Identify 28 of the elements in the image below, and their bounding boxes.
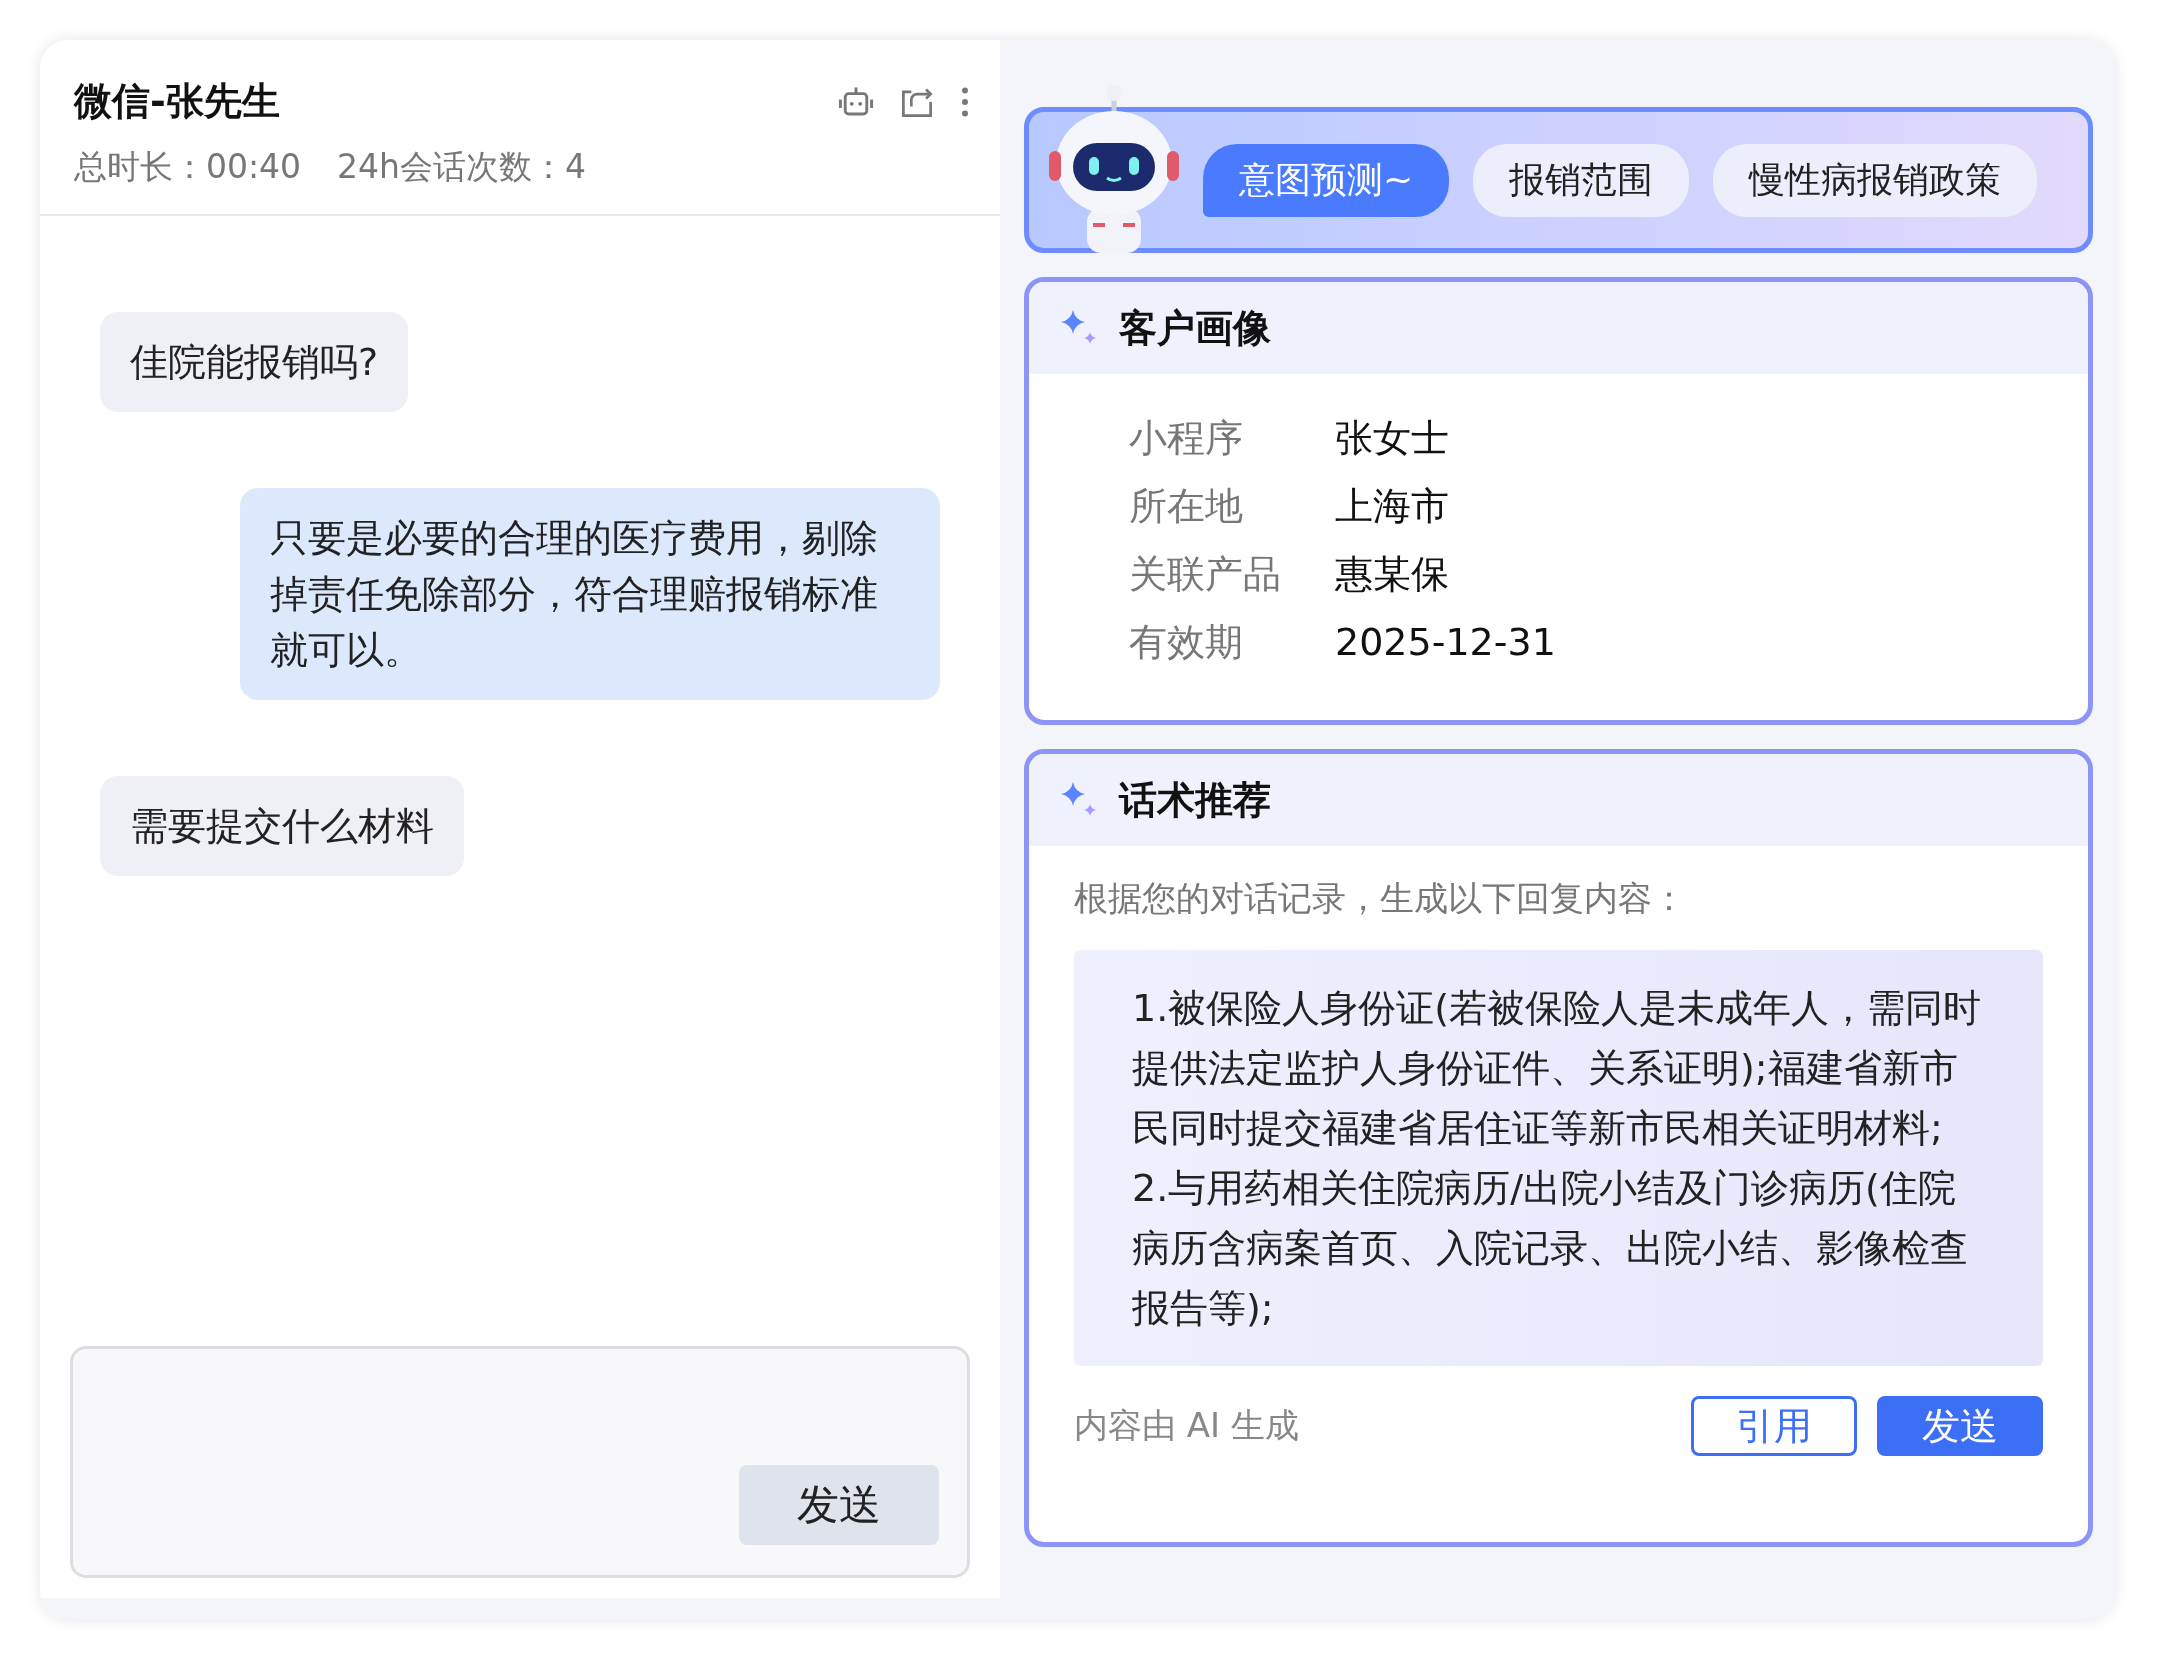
reply-paragraph: 2.与用药相关住院病历/出院小结及门诊病历(住院病历含病案首页、入院记录、出院小结、影像检查报告等); [1132,1165,1969,1332]
field-value: 张女士 [1335,415,1449,462]
outgoing-message: 只要是必要的合理的医疗费用，剔除掉责任免除部分，符合理赔报销标准就可以。 [240,488,940,700]
field-value: 2025-12-31 [1335,619,1556,666]
field-label: 小程序 [1129,415,1244,462]
field-value: 上海市 [1335,483,1449,530]
chat-title: 微信-张先生 [74,78,280,125]
field-label: 所在地 [1129,483,1244,530]
card-title: 话术推荐 [1119,776,1271,824]
reply-paragraph: 1.被保险人身份证(若被保险人是未成年人，需同时提供法定监护人身份证件、关系证明);福建省新市民同时提交福建省居住证等新市民相关证明材料; [1132,985,1983,1152]
send-button[interactable]: 发送 [739,1465,939,1545]
more-icon[interactable] [960,85,970,118]
intro-text: 根据您的对话记录，生成以下回复内容： [1073,877,1687,920]
incoming-message: 需要提交什么材料 [100,776,464,876]
field-label: 关联产品 [1129,551,1282,598]
ai-note: 内容由 AI 生成 [1074,1404,1300,1447]
intent-tag[interactable]: 慢性病报销政策 [1713,143,2038,217]
incoming-message: 佳院能报销吗? [100,312,409,412]
quote-button[interactable]: 引用 [1691,1396,1857,1456]
message-input[interactable]: 发送 [70,1346,970,1578]
call-duration: 总时长：00:40 [74,146,302,188]
field-value: 惠某保 [1335,551,1449,598]
send-button[interactable]: 发送 [1877,1396,2043,1456]
intent-tag[interactable]: 报销范围 [1473,143,1690,217]
intent-label: 意图预测~ [1203,143,1450,217]
session-count: 24h会话次数：4 [337,146,586,188]
card-title: 客户画像 [1119,304,1271,352]
field-label: 有效期 [1129,619,1244,666]
